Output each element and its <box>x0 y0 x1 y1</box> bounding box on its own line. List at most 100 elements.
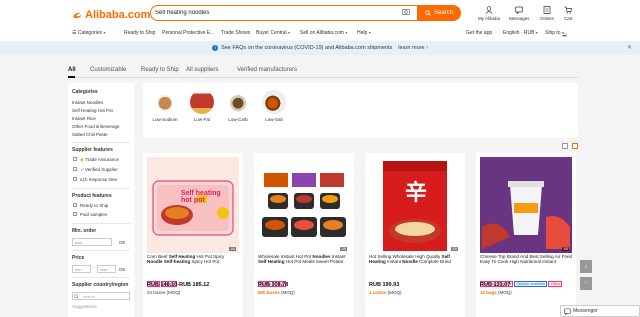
sell-on-alibaba-menu[interactable]: Sell on Alibaba.com ▾ <box>300 30 347 36</box>
noodle-bowls-illustration <box>262 173 346 237</box>
product-title[interactable]: Wholesale Instant Hot Pot Noodles Instan… <box>258 254 352 271</box>
chevron-down-icon: ▾ <box>368 30 371 35</box>
low-carb-image <box>226 90 250 114</box>
response-time-checkbox[interactable] <box>73 177 77 181</box>
low-salt-image <box>262 90 286 114</box>
trade-assurance-label: ◉ Trade Assurance <box>80 157 119 163</box>
floating-side-button[interactable]: ≡ <box>580 260 592 273</box>
product-title[interactable]: Chinese Top Brand And Best Selling Air F… <box>480 254 574 271</box>
title-highlight: Noodles <box>312 254 331 259</box>
messages-label: Messages <box>509 16 530 21</box>
suggestions-label: Suggestions <box>72 304 97 309</box>
image-count-badge: 1/6 <box>340 247 347 251</box>
title-part: Spicy Hot Pot <box>190 259 220 265</box>
language-currency-menu[interactable]: English · RUB ▾ <box>503 30 538 36</box>
product-card[interactable]: Self heating hot pot 1/6 Com Beef Self H… <box>143 153 243 317</box>
grid-view-icon[interactable] <box>572 143 578 149</box>
category-strip: Low-Sodium Low-Fat Low-Carb Low-Salt <box>143 83 578 138</box>
price-ok-button[interactable]: OK <box>119 267 126 272</box>
category-card-low-fat[interactable]: Low-Fat <box>184 90 220 122</box>
message-icon <box>564 308 571 315</box>
range-dash: - <box>93 265 95 271</box>
category-link[interactable]: Instant Noodles <box>72 100 103 105</box>
price-min-input[interactable]: min <box>72 265 91 273</box>
category-link[interactable]: Self Heating Hot Pot <box>72 108 113 113</box>
product-card[interactable]: 1/6 Wholesale Instant Hot Pot Noodles In… <box>254 153 354 317</box>
camera-icon[interactable] <box>402 8 410 15</box>
category-link[interactable]: Salted Chili Paste <box>72 132 108 137</box>
close-icon[interactable]: ✕ <box>627 44 632 51</box>
min-order-input[interactable]: less <box>72 238 112 246</box>
product-price: RUB 199.93 <box>369 282 400 288</box>
help-menu[interactable]: Help ▾ <box>357 30 371 36</box>
categories-menu-label: Categories <box>77 30 103 36</box>
ppe-link[interactable]: Personal Protective E... <box>162 30 214 36</box>
search-button[interactable]: Search <box>417 4 461 21</box>
trade-shows-link[interactable]: Trade Shows <box>221 30 250 36</box>
title-part: Com Beef <box>147 254 169 259</box>
category-card-low-salt[interactable]: Low-Salt <box>256 90 292 122</box>
messenger-widget[interactable]: Messenger <box>560 305 640 317</box>
min-order-heading: Min. order <box>72 228 97 234</box>
low-sodium-image <box>153 90 177 114</box>
category-card-low-sodium[interactable]: Low-Sodium <box>147 90 183 122</box>
cart-link[interactable]: Cart <box>564 6 573 21</box>
image-count-badge: 1/6 <box>229 247 236 251</box>
product-image-text: 辛 <box>405 180 428 205</box>
product-image[interactable]: 辛 1/6 <box>369 157 461 253</box>
search-input[interactable] <box>155 6 395 19</box>
tab-all[interactable]: All <box>68 67 76 73</box>
min-order-ok-button[interactable]: OK <box>119 240 126 245</box>
ready-to-ship-link[interactable]: Ready to Ship <box>124 30 155 36</box>
title-part: Complete Dried <box>417 259 451 265</box>
buyer-central-menu[interactable]: Buyer Central ▾ <box>256 30 290 36</box>
category-card-low-carb[interactable]: Low-Carb <box>220 90 256 122</box>
paid-samples-checkbox[interactable] <box>73 212 77 216</box>
moq-value: 12 bags <box>480 290 497 295</box>
price-max-input[interactable]: max <box>97 265 116 273</box>
moq-suffix: (MOQ) <box>166 290 181 295</box>
supplier-region-heading: Supplier country/region <box>72 282 129 288</box>
product-card[interactable]: 辛 1/6 Hot Selling Wholesale High Quality… <box>365 153 465 317</box>
search-icon <box>425 9 431 16</box>
category-label: Low-Salt <box>265 117 283 122</box>
hot-pot-box-illustration <box>152 180 234 236</box>
my-alibaba-label: My Alibaba <box>478 16 501 21</box>
product-image[interactable]: 1/6 <box>480 157 572 253</box>
product-card[interactable]: 1/6 Chinese Top Brand And Best Selling A… <box>476 153 576 317</box>
verified-supplier-checkbox[interactable] <box>73 167 77 171</box>
categories-heading: Categories <box>72 89 98 95</box>
tab-ready-to-ship[interactable]: Ready to Ship <box>141 67 179 73</box>
category-link[interactable]: Other Food & Beverage <box>72 124 120 129</box>
title-part: Hot Pot Meals Sweet Potato <box>284 259 344 265</box>
learn-more-label: learn more <box>398 45 425 51</box>
search-icon <box>74 293 79 299</box>
region-search-input[interactable]: search <box>72 292 130 300</box>
messages-link[interactable]: Messages <box>509 6 530 21</box>
product-image[interactable]: Self heating hot pot 1/6 <box>147 157 239 253</box>
tab-all-suppliers[interactable]: All suppliers <box>186 67 218 73</box>
category-link[interactable]: Instant Rice <box>72 116 96 121</box>
alibaba-logo[interactable]: Alibaba.com <box>72 9 150 21</box>
tab-customizable[interactable]: Customizable <box>90 67 126 73</box>
ready-to-ship-checkbox[interactable] <box>73 203 77 207</box>
categories-menu[interactable]: ☰ Categories ▾ <box>72 30 105 36</box>
tab-verified-manufacturers[interactable]: Verified manufacturers <box>237 67 297 73</box>
floating-side-button[interactable]: ⌃ <box>580 277 592 290</box>
my-alibaba-link[interactable]: My Alibaba <box>478 6 500 21</box>
ship-to-menu[interactable]: Ship to ▾ <box>545 30 567 37</box>
verified-supplier-text: Verified Supplier <box>85 167 118 172</box>
video-tag: Video <box>548 281 562 287</box>
divider <box>72 277 130 278</box>
product-image[interactable]: 1/6 <box>258 157 350 253</box>
moq-suffix: (MOQ) <box>281 290 295 295</box>
get-app-link[interactable]: Get the app <box>466 30 492 36</box>
title-part: Hot Selling Wholesale High Quality <box>369 254 442 259</box>
product-title[interactable]: Com Beef Self Heating Hot Pot Spicy Nood… <box>147 254 241 271</box>
title-highlight: Noodle <box>402 259 418 265</box>
list-view-icon[interactable] <box>562 143 568 149</box>
learn-more-link[interactable]: learn more › <box>398 45 428 51</box>
orders-link[interactable]: Orders <box>540 6 554 21</box>
product-title[interactable]: Hot Selling Wholesale High Quality Self … <box>369 254 463 271</box>
trade-assurance-checkbox[interactable] <box>73 157 77 161</box>
